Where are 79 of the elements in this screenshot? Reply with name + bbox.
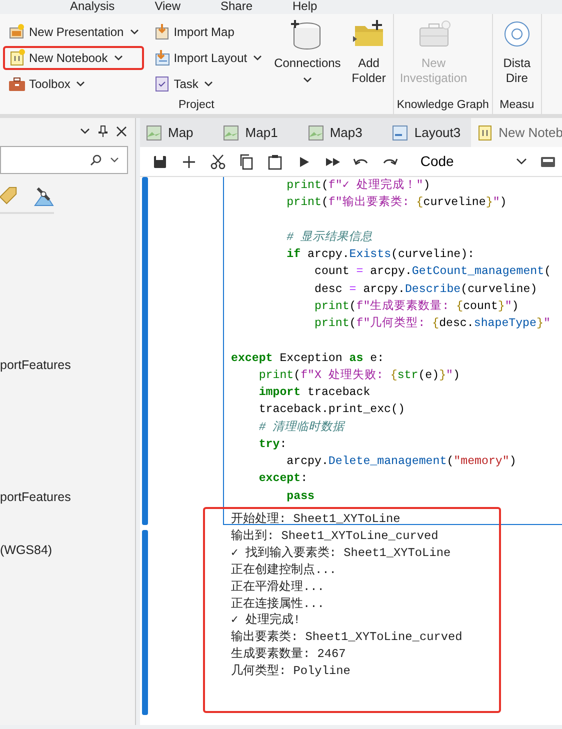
tag-icon	[0, 185, 18, 207]
map-icon	[146, 124, 162, 140]
save-icon	[152, 154, 168, 170]
toolbox-icon	[8, 75, 26, 93]
tree-item[interactable]: portFeatures	[0, 356, 135, 375]
output-line: 几何类型: Polyline	[231, 663, 350, 680]
editor-tab[interactable]: Map	[140, 118, 218, 147]
ribbon-button[interactable]: Connections	[271, 14, 344, 96]
output-line: 输出到: Sheet1_XYToLine_curved	[231, 528, 438, 545]
ribbon-button[interactable]: Dista Dire	[496, 14, 538, 96]
output-line: 生成要素数量: 2467	[231, 646, 346, 664]
code-line: try:	[258, 436, 287, 453]
keyboard-icon	[540, 154, 556, 168]
editor-tab[interactable]: New Noteb	[470, 118, 562, 147]
output-line: 正在连接属性...	[231, 596, 324, 612]
chevron-icon	[110, 157, 119, 163]
output-line: ✓ 找到输入要素类: Sheet1_XYToLine	[231, 544, 451, 562]
search-field[interactable]	[0, 146, 128, 174]
code-line: count = arcpy.GetCount_management(	[313, 264, 552, 280]
editor-tab[interactable]: Layout3	[386, 118, 471, 147]
menu-item[interactable]: Help	[292, 0, 318, 14]
ribbon-button[interactable]: Toolbox	[3, 72, 144, 96]
group-label: Measu	[498, 98, 536, 113]
tree-item[interactable]: (WGS84)	[0, 540, 135, 560]
code-line: print(f"✓ 处理完成！")	[286, 177, 430, 194]
task-icon	[152, 75, 171, 93]
menu-item[interactable]: View	[154, 0, 180, 14]
notebook-icon	[476, 124, 493, 140]
code-line: print(f"输出要素类: {curveline}")	[286, 194, 507, 212]
code-line: traceback.print_exc()	[258, 402, 405, 418]
satellite-icon	[33, 185, 54, 207]
copy-icon	[238, 154, 254, 170]
import-layout-icon	[152, 49, 171, 67]
group-label: Knowledge Graph	[396, 98, 489, 113]
map-icon	[223, 124, 240, 140]
pin-icon	[98, 125, 108, 137]
ribbon-button[interactable]: Task	[148, 72, 268, 96]
menu-item[interactable]: Analysis	[70, 0, 115, 14]
code-line: # 显示结果信息	[286, 230, 373, 246]
code-line: if arcpy.Exists(curveline):	[286, 247, 475, 263]
import-map-icon	[152, 23, 171, 41]
close-icon	[116, 126, 127, 136]
ribbon-button[interactable]: New Notebook	[3, 46, 144, 70]
ribbon-button[interactable]: Import Map	[148, 20, 268, 44]
code-line: desc = arcpy.Describe(curveline)	[313, 282, 538, 298]
chevron-icon	[80, 128, 90, 134]
code-line: print(f"X 处理失败: {str(e)}")	[258, 368, 460, 384]
group-label: Project	[178, 98, 216, 113]
presentation-icon	[8, 23, 26, 41]
code-line: pass	[286, 488, 314, 504]
search-icon	[90, 154, 102, 166]
code-line: arcpy.Delete_management("memory")	[286, 454, 516, 470]
code-editor[interactable]	[223, 177, 562, 525]
output-line: ✓ 处理完成!	[231, 612, 300, 630]
paste-icon	[267, 154, 284, 170]
output-line: 正在创建控制点...	[231, 562, 336, 579]
code-line: print(f"几何类型: {desc.shapeType}"	[313, 316, 550, 332]
code-line: # 清理临时数据	[258, 420, 345, 436]
chevron-icon	[516, 158, 528, 165]
tree-item[interactable]: portFeatures	[0, 488, 135, 506]
code-line: print(f"生成要素数量: {count}")	[313, 298, 519, 315]
editor-tab[interactable]: Map3	[302, 118, 386, 147]
ribbon-button[interactable]: Add Folder	[348, 14, 390, 96]
output-line: 开始处理: Sheet1_XYToLine	[231, 511, 400, 528]
notebook-icon	[8, 49, 26, 67]
ribbon-button[interactable]: Import Layout	[148, 46, 268, 70]
add-icon	[181, 154, 198, 170]
cut-icon	[210, 154, 226, 170]
menu-item[interactable]: Share	[220, 0, 253, 14]
editor-tab[interactable]: Map1	[217, 118, 302, 147]
cell-type-dropdown[interactable]: Code	[414, 150, 534, 174]
output-line: 正在平滑处理...	[231, 578, 324, 596]
output-line: 输出要素类: Sheet1_XYToLine_curved	[231, 629, 462, 646]
code-line: except:	[258, 471, 308, 488]
layout-icon	[392, 124, 408, 140]
code-line: except Exception as e:	[231, 350, 384, 366]
map-icon	[308, 124, 324, 140]
ribbon-button[interactable]: New Presentation	[3, 20, 144, 44]
code-line: import traceback	[258, 385, 370, 401]
